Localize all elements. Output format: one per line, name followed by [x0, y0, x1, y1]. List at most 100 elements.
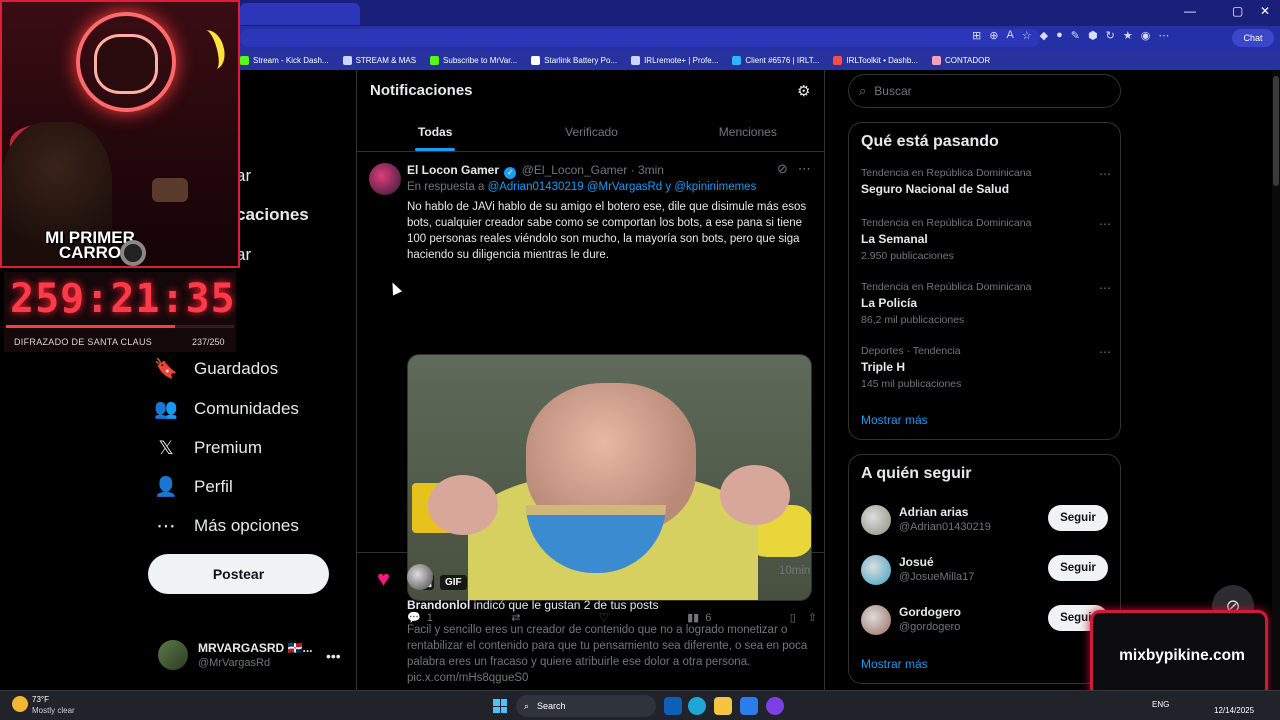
tab-todas[interactable]: Todas	[357, 114, 513, 151]
edge-icon[interactable]	[688, 697, 706, 715]
follow-name[interactable]: Adrian arias	[899, 505, 968, 519]
nav-item-1[interactable]: 👥 Comunidades	[154, 398, 299, 420]
bookmark-favicon-icon	[430, 55, 440, 65]
more-icon[interactable]: ⋯	[1099, 217, 1111, 231]
nav-item-0[interactable]: 🔖 Guardados	[154, 358, 278, 380]
avatar[interactable]	[861, 555, 891, 585]
follow-name[interactable]: Gordogero	[899, 605, 961, 619]
brand-overlay: mixbypikine.com	[1090, 610, 1268, 698]
more-icon[interactable]: ⋯	[1099, 281, 1111, 295]
read-aloud-icon[interactable]: A	[1006, 29, 1013, 42]
trend-context: Tendencia en República Dominicana	[861, 167, 1032, 179]
weather-temp[interactable]: 73°F	[32, 695, 49, 704]
omnibox[interactable]	[240, 29, 1040, 47]
more-icon[interactable]: ⋯	[798, 161, 811, 177]
tab-menciones[interactable]: Menciones	[670, 114, 824, 151]
extension-icon[interactable]: ⬢	[1088, 29, 1098, 42]
follow-suggestion[interactable]: Adrian arias @Adrian01430219 Seguir	[861, 503, 1111, 539]
follow-name[interactable]: Josué	[899, 555, 934, 569]
trend-item[interactable]: Deportes · Tendencia Triple H 145 mil publ…	[861, 345, 1111, 390]
maximize-icon[interactable]: ▢	[1232, 4, 1243, 18]
more-icon[interactable]: ⋯	[1099, 167, 1111, 181]
dino-arm	[428, 475, 498, 535]
refresh-icon[interactable]: ↻	[1106, 29, 1115, 42]
extension-icon[interactable]: ●	[1056, 29, 1063, 42]
extension-icon[interactable]: ✎	[1071, 29, 1080, 42]
show-more-link[interactable]: Mostrar más	[861, 413, 928, 427]
scrollbar-thumb[interactable]	[1273, 76, 1279, 186]
bookmark-item[interactable]: Client #6576 | IRLT...	[732, 55, 819, 65]
bookmark-favicon-icon	[631, 55, 641, 65]
avatar[interactable]	[407, 564, 433, 590]
reply-post[interactable]: El Locon Gamer ✓ @El_Locon_Gamer · 3min …	[357, 153, 824, 624]
bookmark-item[interactable]: IRLToolkit • Dashb...	[833, 55, 918, 65]
follow-button[interactable]: Seguir	[1048, 555, 1108, 581]
goal-count: 237/250	[192, 337, 225, 347]
show-more-link[interactable]: Mostrar más	[861, 657, 928, 671]
bookmark-item[interactable]: Stream - Kick Dash...	[240, 55, 329, 65]
grok-icon[interactable]: ⊘	[777, 161, 788, 177]
bookmark-item[interactable]: IRLremote+ | Profe...	[631, 55, 718, 65]
menu-icon[interactable]: ⋯	[1158, 29, 1169, 42]
weather-description[interactable]: Mostly clear	[32, 706, 75, 715]
tab-verificado[interactable]: Verificado	[513, 114, 669, 151]
nav-item-label: Más opciones	[194, 516, 299, 535]
trend-item[interactable]: Tendencia en República Dominicana La Sema…	[861, 217, 1111, 262]
app-icon[interactable]	[766, 697, 784, 715]
taskbar: 73°F Mostly clear ⌕ Search ENG 12/14/202…	[0, 690, 1280, 720]
windows-start-icon[interactable]	[493, 699, 507, 713]
more-icon[interactable]: ⋯	[1099, 345, 1111, 359]
bookmark-item[interactable]: CONTADOR	[931, 55, 990, 65]
language-indicator[interactable]: ENG	[1152, 700, 1169, 709]
follow-suggestion[interactable]: Josué @JosueMilla17 Seguir	[861, 553, 1111, 589]
follow-button[interactable]: Seguir	[1048, 505, 1108, 531]
favorites-icon[interactable]: ★	[1123, 29, 1133, 42]
search-input[interactable]	[874, 84, 1095, 98]
chat-button[interactable]: Chat	[1232, 29, 1274, 47]
trend-item[interactable]: Tendencia en República Dominicana Seguro …	[861, 167, 1111, 196]
post-top-actions: ⊘ ⋯	[777, 161, 811, 177]
bookmark-label: STREAM & MAS	[355, 55, 417, 65]
weather-icon[interactable]	[12, 696, 28, 712]
avatar[interactable]	[861, 505, 891, 535]
search-box[interactable]: ⌕	[848, 74, 1121, 108]
avatar[interactable]	[369, 163, 401, 195]
nav-item-2[interactable]: 𝕏 Premium	[154, 437, 262, 459]
author-handle[interactable]: @El_Locon_Gamer	[522, 163, 628, 177]
close-icon[interactable]: ✕	[1260, 4, 1270, 18]
profile-icon[interactable]: ◉	[1141, 29, 1151, 42]
apps-icon[interactable]: ⊞	[972, 29, 981, 42]
bookmark-item[interactable]: Subscribe to MrVar...	[430, 55, 517, 65]
favorite-icon[interactable]: ☆	[1022, 29, 1032, 42]
taskbar-search[interactable]: ⌕ Search	[516, 695, 656, 717]
nav-item-partial[interactable]: caciones	[236, 205, 309, 225]
zoom-icon[interactable]: ⊕	[989, 29, 998, 42]
bookmark-item[interactable]: Starlink Battery Po...	[531, 55, 617, 65]
nav-item-4[interactable]: ⋯ Más opciones	[154, 515, 299, 537]
post-button[interactable]: Postear	[148, 554, 329, 594]
browser-tab[interactable]	[240, 3, 360, 25]
extension-icon[interactable]: ◆	[1040, 29, 1048, 42]
mentions-link[interactable]: @Adrian01430219 @MrVargasRd y @kpininime…	[488, 181, 757, 193]
trend-item[interactable]: Tendencia en República Dominicana La Poli…	[861, 281, 1111, 326]
minimize-icon[interactable]: —	[1184, 4, 1196, 18]
store-icon[interactable]	[740, 697, 758, 715]
account-switcher[interactable]: MRVARGASRD 🇩🇴... @MrVargasRd	[158, 640, 313, 670]
settings-icon[interactable]: ⚙	[797, 82, 810, 100]
post-time[interactable]: · 3min	[631, 163, 664, 177]
scrollbar[interactable]	[1272, 70, 1280, 690]
heart-icon: ♥	[377, 566, 391, 591]
clock-date[interactable]: 12/14/2025	[1214, 706, 1254, 715]
follow-suggestion[interactable]: Gordogero @gordogero Seguir	[861, 603, 1111, 639]
file-explorer-icon[interactable]	[714, 697, 732, 715]
nav-item-3[interactable]: 👤 Perfil	[154, 476, 233, 498]
more-icon[interactable]: •••	[326, 648, 341, 664]
notification-user[interactable]: Brandonlol	[407, 598, 470, 612]
task-view-icon[interactable]	[664, 697, 682, 715]
author-name[interactable]: El Locon Gamer	[407, 163, 499, 177]
tab-label: Menciones	[718, 125, 777, 139]
avatar[interactable]	[861, 605, 891, 635]
bookmark-item[interactable]: STREAM & MAS	[342, 55, 417, 65]
toolbar-icons: ⊞ ⊕ A ☆ ◆ ● ✎ ⬢ ↻ ★ ◉ ⋯	[972, 29, 1169, 42]
tab-label: Todas	[417, 125, 453, 139]
